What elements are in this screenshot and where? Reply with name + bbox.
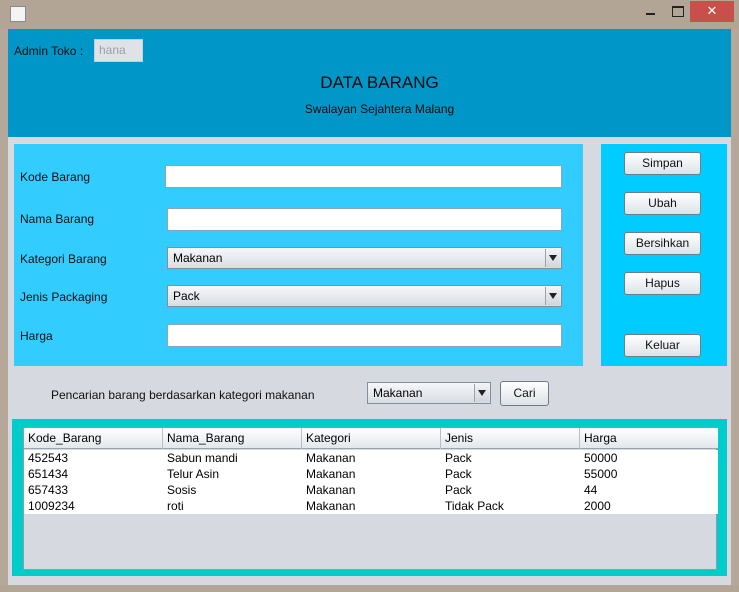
harga-label: Harga: [20, 329, 53, 343]
table-cell: Pack: [445, 467, 472, 481]
ubah-button[interactable]: Ubah: [624, 192, 701, 215]
table-cell: roti: [167, 499, 184, 513]
table-cell: 2000: [584, 499, 611, 513]
table-header: Kode_Barang Nama_Barang Kategori Jenis H…: [24, 428, 718, 449]
table-cell: 452543: [28, 451, 69, 465]
form-panel: Kode Barang Nama Barang Kategori Barang …: [14, 144, 583, 366]
action-button-panel: Simpan Ubah Bersihkan Hapus Keluar: [601, 144, 727, 366]
kode-barang-label: Kode Barang: [20, 170, 91, 184]
maximize-icon[interactable]: [664, 1, 690, 22]
table-cell: Makanan: [306, 483, 356, 497]
chevron-down-icon[interactable]: [545, 287, 560, 305]
table-row[interactable]: 657433 Sosis Makanan Pack 44: [24, 482, 718, 498]
table-cell: 651434: [28, 467, 69, 481]
column-header-nama-barang[interactable]: Nama_Barang: [163, 428, 302, 449]
table-cell: Makanan: [306, 451, 356, 465]
column-header-harga[interactable]: Harga: [580, 428, 718, 449]
table-cell: 50000: [584, 451, 618, 465]
nama-barang-label: Nama Barang: [20, 212, 95, 226]
minimize-icon[interactable]: [636, 1, 664, 22]
header-panel: Admin Toko : hana DATA BARANG Swalayan S…: [8, 29, 731, 137]
window-content: Admin Toko : hana DATA BARANG Swalayan S…: [8, 29, 731, 585]
search-category-value: Makanan: [373, 386, 423, 400]
table-cell: 657433: [28, 483, 69, 497]
close-icon[interactable]: ✕: [690, 1, 734, 22]
table-cell: Pack: [445, 451, 472, 465]
table-cell: Telur Asin: [167, 467, 220, 481]
search-category-select[interactable]: Makanan: [367, 382, 491, 404]
harga-input[interactable]: [167, 324, 562, 347]
bersihkan-button[interactable]: Bersihkan: [624, 232, 701, 255]
table-cell: 55000: [584, 467, 618, 481]
column-header-jenis[interactable]: Jenis: [441, 428, 580, 449]
table-cell: Pack: [445, 483, 472, 497]
table-cell: Sosis: [167, 483, 197, 497]
page-subtitle: Swalayan Sejahtera Malang: [304, 102, 455, 116]
search-label: Pencarian barang berdasarkan kategori ma…: [51, 388, 315, 402]
nama-barang-input[interactable]: [167, 208, 562, 231]
table-cell: Makanan: [306, 499, 356, 513]
admin-name-field[interactable]: hana: [94, 39, 143, 62]
admin-label: Admin Toko :: [14, 44, 84, 58]
table-row[interactable]: 452543 Sabun mandi Makanan Pack 50000: [24, 450, 718, 466]
cari-button[interactable]: Cari: [500, 381, 549, 406]
table-cell: Makanan: [306, 467, 356, 481]
table-row[interactable]: 1009234 roti Makanan Tidak Pack 2000: [24, 498, 718, 514]
page-title: DATA BARANG: [320, 73, 439, 92]
column-header-kode-barang[interactable]: Kode_Barang: [24, 428, 163, 449]
jenis-packaging-value: Pack: [173, 289, 200, 303]
chevron-down-icon[interactable]: [545, 249, 560, 267]
java-icon: [10, 6, 26, 22]
kategori-barang-label: Kategori Barang: [20, 252, 107, 266]
simpan-button[interactable]: Simpan: [624, 152, 701, 175]
table-cell: Sabun mandi: [167, 451, 238, 465]
kategori-barang-value: Makanan: [173, 251, 223, 265]
kategori-barang-select[interactable]: Makanan: [167, 247, 562, 269]
window-frame-bottom: [0, 585, 739, 592]
table-cell: 44: [584, 483, 598, 497]
table-row[interactable]: 651434 Telur Asin Makanan Pack 55000: [24, 466, 718, 482]
window-titlebar: ✕: [0, 0, 739, 29]
jenis-packaging-select[interactable]: Pack: [167, 285, 562, 307]
kode-barang-input[interactable]: [165, 165, 562, 188]
chevron-down-icon[interactable]: [474, 384, 489, 402]
table-cell: Tidak Pack: [445, 499, 504, 513]
table-panel: Kode_Barang Nama_Barang Kategori Jenis H…: [12, 419, 727, 576]
table-cell: 1009234: [28, 499, 75, 513]
data-table[interactable]: Kode_Barang Nama_Barang Kategori Jenis H…: [23, 427, 718, 570]
jenis-packaging-label: Jenis Packaging: [20, 290, 108, 304]
keluar-button[interactable]: Keluar: [624, 334, 701, 357]
hapus-button[interactable]: Hapus: [624, 272, 701, 295]
column-header-kategori[interactable]: Kategori: [302, 428, 441, 449]
